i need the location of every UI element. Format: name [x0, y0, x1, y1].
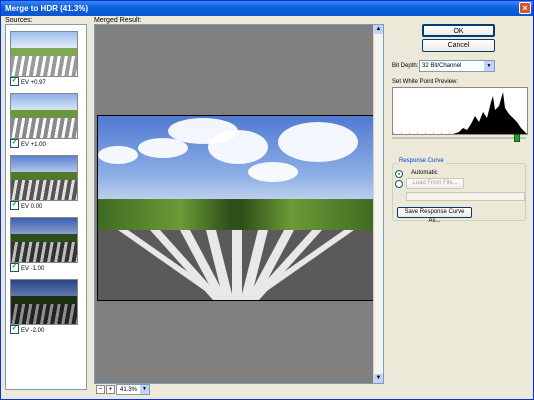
source-ev-label: EV -2.00 [21, 328, 45, 335]
histogram-graph [393, 92, 527, 134]
source-ev-label: EV +1.00 [21, 142, 46, 149]
bit-depth-value: 32 Bit/Channel [422, 63, 462, 69]
source-checkbox[interactable]: ✓ [10, 201, 19, 210]
scroll-up-icon[interactable]: ▲ [374, 25, 383, 34]
source-checkbox[interactable]: ✓ [10, 263, 19, 272]
ok-button[interactable]: OK [422, 24, 495, 37]
automatic-radio[interactable] [395, 170, 403, 178]
sources-list: ✓ EV +0.97 ✓ EV +1.00 ✓ EV 0.00 ✓ EV -1.00 [5, 24, 87, 390]
zoom-out-button[interactable]: − [96, 385, 105, 394]
source-item: ✓ EV +1.00 [10, 139, 46, 149]
response-curve-title: Response Curve [397, 158, 446, 164]
response-file-path-field [406, 192, 525, 201]
source-thumbnail[interactable] [10, 31, 78, 77]
load-from-file-radio[interactable] [395, 180, 403, 188]
source-checkbox[interactable]: ✓ [10, 139, 19, 148]
preview-scrollbar[interactable]: ▲ ▼ [373, 25, 383, 383]
source-ev-label: EV 0.00 [21, 204, 43, 211]
source-thumbnail[interactable] [10, 279, 78, 325]
sources-label: Sources: [5, 17, 33, 24]
title-bar: Merge to HDR (41.3%) × [1, 1, 533, 16]
chevron-down-icon: ▼ [140, 385, 149, 394]
merge-to-hdr-dialog: Merge to HDR (41.3%) × Sources: ✓ EV +0.9… [0, 0, 534, 400]
source-thumbnail[interactable] [10, 93, 78, 139]
white-point-label: Set White Point Preview: [392, 79, 459, 85]
source-ev-label: EV -1.00 [21, 266, 45, 273]
automatic-label: Automatic [411, 170, 438, 176]
cancel-button[interactable]: Cancel [422, 39, 495, 52]
source-item: ✓ EV 0.00 [10, 201, 43, 211]
zoom-select[interactable]: 41.3% ▼ [116, 384, 150, 395]
histogram [392, 87, 528, 135]
white-point-slider-thumb[interactable] [513, 134, 520, 142]
window-title: Merge to HDR (41.3%) [5, 4, 89, 13]
source-thumbnail[interactable] [10, 217, 78, 263]
zoom-in-button[interactable]: + [106, 385, 115, 394]
close-icon[interactable]: × [519, 2, 531, 14]
load-from-file-button[interactable]: Load From File... [406, 178, 464, 189]
source-item: ✓ EV -2.00 [10, 325, 45, 335]
source-ev-label: EV +0.97 [21, 80, 46, 87]
merged-result-label: Merged Result: [94, 17, 142, 24]
source-checkbox[interactable]: ✓ [10, 325, 19, 334]
source-thumbnail[interactable] [10, 155, 78, 201]
zoom-bar: − + 41.3% ▼ [94, 384, 384, 396]
bit-depth-label: Bit Depth: [392, 63, 419, 69]
merged-preview-pane[interactable]: ▲ ▼ [94, 24, 384, 384]
source-checkbox[interactable]: ✓ [10, 77, 19, 86]
white-point-slider-track[interactable] [392, 137, 526, 139]
scroll-down-icon[interactable]: ▼ [374, 374, 383, 383]
chevron-down-icon: ▼ [484, 61, 494, 71]
source-item: ✓ EV -1.00 [10, 263, 45, 273]
save-response-curve-button[interactable]: Save Response Curve As... [397, 207, 472, 224]
source-item: ✓ EV +0.97 [10, 77, 46, 87]
merged-preview-image [97, 115, 375, 301]
zoom-value: 41.3% [120, 387, 138, 393]
bit-depth-select[interactable]: 32 Bit/Channel ▼ [419, 60, 495, 72]
